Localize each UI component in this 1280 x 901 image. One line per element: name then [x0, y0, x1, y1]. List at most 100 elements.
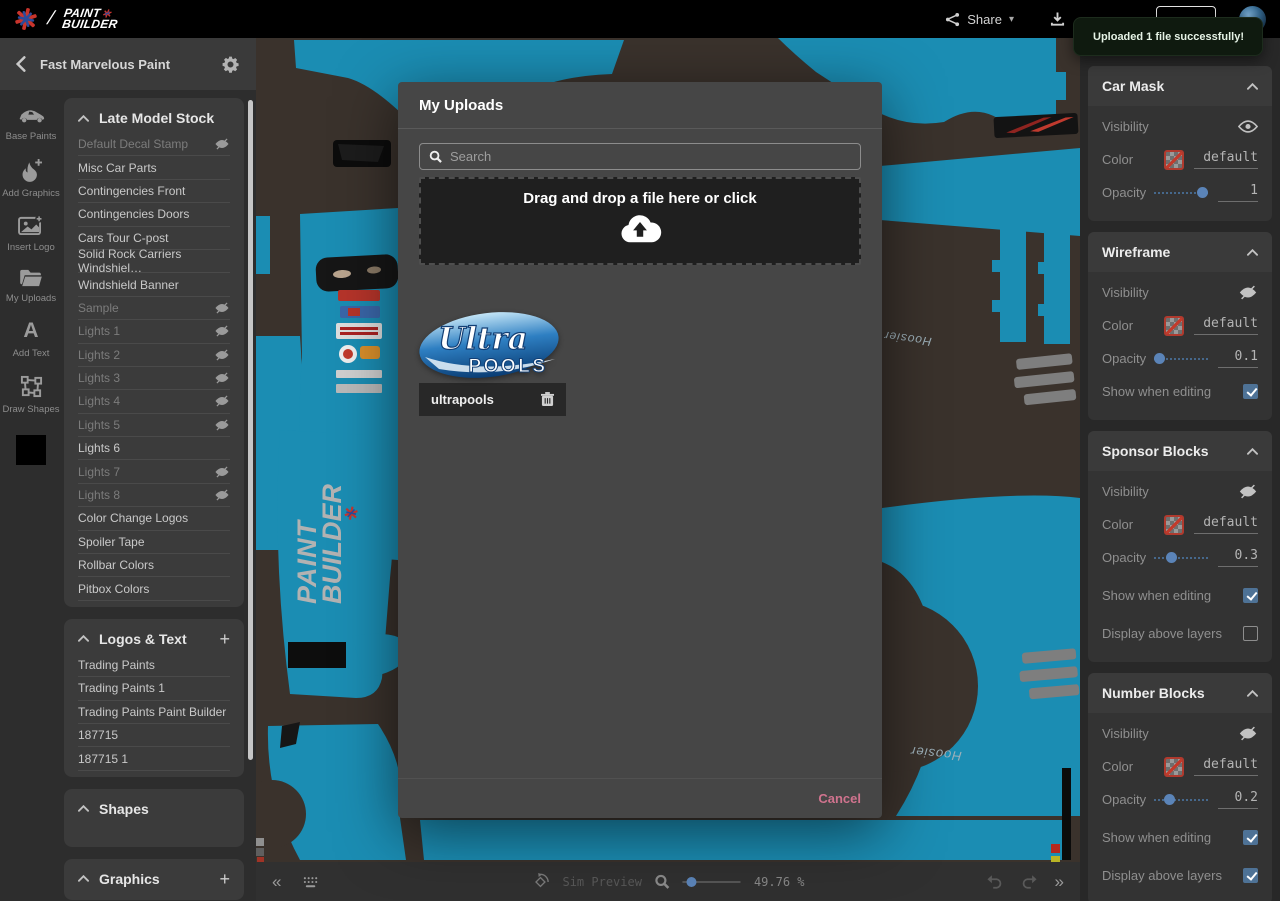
chevron-up-icon[interactable] [1247, 248, 1258, 256]
opacity-slider[interactable] [1154, 187, 1208, 198]
layer-row[interactable]: Spoiler Tape [78, 531, 230, 555]
tool-insert-logo[interactable]: Insert Logo [7, 215, 55, 253]
color-swatch[interactable] [1164, 514, 1184, 535]
layer-row[interactable]: Lights 1 [78, 320, 230, 344]
chevron-up-icon[interactable] [78, 635, 89, 643]
layer-row[interactable]: Lights 2 [78, 344, 230, 367]
opacity-slider-knob[interactable] [1164, 794, 1175, 805]
visibility-off-icon[interactable] [214, 466, 230, 478]
tool-add-graphics[interactable]: Add Graphics [2, 158, 60, 199]
tool-draw-shapes[interactable]: Draw Shapes [2, 375, 60, 415]
zoom-slider[interactable] [682, 876, 741, 887]
zoom-slider-knob[interactable] [686, 876, 697, 887]
layer-row[interactable]: Rollbar Colors [78, 554, 230, 578]
color-swatch[interactable] [1164, 149, 1184, 170]
opacity-value[interactable]: 1 [1218, 183, 1258, 202]
logos-text-header[interactable]: Logos & Text + [78, 630, 230, 654]
opacity-slider-knob[interactable] [1166, 552, 1177, 563]
chevron-up-icon[interactable] [78, 805, 89, 812]
tool-my-uploads[interactable]: My Uploads [6, 269, 56, 304]
visibility-toggle[interactable] [1238, 120, 1258, 133]
color-value[interactable]: default [1194, 757, 1258, 776]
layer-row[interactable]: Trading Paints 1 [78, 677, 230, 701]
chevron-up-icon[interactable] [78, 114, 89, 122]
current-color-swatch[interactable] [16, 435, 46, 465]
opacity-slider-knob[interactable] [1197, 187, 1208, 198]
download-button[interactable] [1050, 11, 1065, 27]
car-mask-header[interactable]: Car Mask [1088, 66, 1272, 106]
chevron-up-icon[interactable] [78, 875, 89, 882]
collapse-left-panel-button[interactable]: « [272, 873, 281, 890]
share-button[interactable]: Share ▾ [945, 12, 1014, 27]
number-blocks-header[interactable]: Number Blocks [1088, 673, 1272, 713]
display-above-layers-checkbox[interactable] [1243, 626, 1258, 641]
add-logo-button[interactable]: + [219, 630, 230, 648]
layer-row[interactable]: Windshield Banner [78, 273, 230, 297]
rotate-view-button[interactable] [531, 872, 549, 891]
panel-scrollbar[interactable] [248, 100, 253, 760]
settings-button[interactable] [221, 55, 240, 74]
show-when-editing-checkbox[interactable] [1243, 384, 1258, 399]
layer-row[interactable]: Contingencies Front [78, 180, 230, 204]
trading-paints-burst-icon[interactable] [14, 7, 38, 31]
visibility-off-icon[interactable] [214, 138, 230, 150]
redo-icon[interactable] [1021, 874, 1037, 889]
visibility-off-icon[interactable] [214, 395, 230, 408]
uploaded-file-thumbnail[interactable]: Ultra POOLS [419, 309, 566, 383]
graphics-header[interactable]: Graphics + [78, 870, 230, 894]
wireframe-header[interactable]: Wireframe [1088, 232, 1272, 272]
visibility-off-icon[interactable] [214, 489, 230, 501]
add-graphic-button[interactable]: + [219, 870, 230, 888]
visibility-off-icon[interactable] [214, 302, 230, 314]
layer-row[interactable]: Solid Rock Carriers Windshiel… [78, 247, 230, 275]
chevron-down-icon[interactable]: ▾ [1009, 14, 1014, 25]
layer-row[interactable]: Lights 7 [78, 460, 230, 484]
search-input[interactable] [450, 149, 851, 164]
layer-row[interactable]: 187715 [78, 724, 230, 748]
opacity-value[interactable]: 0.1 [1218, 349, 1258, 368]
chevron-up-icon[interactable] [1247, 447, 1258, 455]
search-box[interactable] [419, 143, 861, 170]
cancel-button[interactable]: Cancel [818, 791, 861, 806]
opacity-slider[interactable] [1154, 552, 1208, 563]
layer-row[interactable]: Lights 4 [78, 390, 230, 414]
layer-row[interactable]: Lights 3 [78, 367, 230, 391]
uploaded-file-item[interactable]: Ultra POOLS ultrapools [419, 309, 566, 416]
chevron-up-icon[interactable] [1247, 689, 1258, 697]
layer-row[interactable]: Lights 6 [78, 437, 230, 461]
visibility-toggle[interactable] [1238, 484, 1258, 499]
layer-row[interactable]: Lights 8 [78, 484, 230, 508]
visibility-off-icon[interactable] [214, 372, 230, 384]
layer-row[interactable]: Sample [78, 297, 230, 321]
display-above-layers-checkbox[interactable] [1243, 868, 1258, 883]
visibility-off-icon[interactable] [214, 349, 230, 361]
opacity-value[interactable]: 0.3 [1218, 548, 1258, 567]
sponsor-blocks-header[interactable]: Sponsor Blocks [1088, 431, 1272, 471]
keyboard-icon[interactable] [303, 876, 320, 888]
canvas-scrollbar[interactable] [1062, 768, 1071, 860]
layer-row[interactable]: Pitbox Colors [78, 577, 230, 601]
layer-row[interactable]: Color Change Logos [78, 507, 230, 531]
visibility-toggle[interactable] [1238, 726, 1258, 741]
visibility-off-icon[interactable] [214, 419, 230, 431]
layer-row[interactable]: Default Decal Stamp [78, 133, 230, 157]
color-value[interactable]: default [1194, 515, 1258, 534]
show-when-editing-checkbox[interactable] [1243, 588, 1258, 603]
layer-row[interactable]: Lights 5 [78, 414, 230, 438]
color-value[interactable]: default [1194, 316, 1258, 335]
tool-add-text[interactable]: A Add Text [13, 320, 50, 360]
shapes-header[interactable]: Shapes [78, 801, 230, 824]
color-swatch[interactable] [1164, 315, 1184, 336]
late-model-stock-header[interactable]: Late Model Stock [78, 110, 230, 133]
show-when-editing-checkbox[interactable] [1243, 830, 1258, 845]
delete-upload-button[interactable] [541, 392, 554, 407]
layer-row[interactable]: Trading Paints Paint Builder [78, 701, 230, 724]
visibility-off-icon[interactable] [214, 325, 230, 337]
color-swatch[interactable] [1164, 756, 1184, 777]
chevron-up-icon[interactable] [1247, 82, 1258, 90]
zoom-button[interactable] [655, 874, 670, 889]
layer-row[interactable]: Misc Car Parts [78, 156, 230, 180]
collapse-right-panel-button[interactable]: » [1055, 873, 1064, 890]
layer-row[interactable]: Contingencies Doors [78, 203, 230, 227]
tool-base-paints[interactable]: Base Paints [6, 106, 56, 142]
